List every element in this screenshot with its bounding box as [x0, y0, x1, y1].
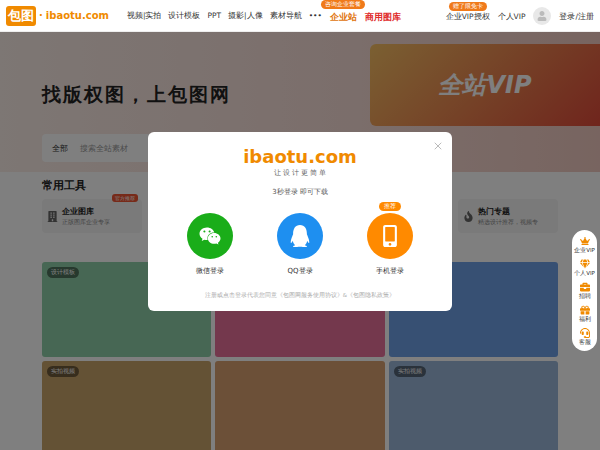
header-link[interactable]: 个人VIP: [498, 9, 526, 22]
gift-icon: [580, 305, 590, 315]
avatar[interactable]: [533, 7, 551, 25]
link-badge: 赠了限免卡: [449, 2, 487, 11]
side-item[interactable]: 客服: [574, 328, 595, 345]
side-item[interactable]: 招聘: [574, 282, 595, 299]
login-option[interactable]: 推荐手机登录: [367, 213, 413, 276]
logo-mark: 包图: [6, 6, 36, 26]
side-label: 招聘: [574, 293, 595, 299]
qq-icon: [289, 225, 311, 247]
modal-logo: ibaotu.com: [243, 146, 357, 167]
logo-dot: ·: [39, 10, 43, 21]
logo[interactable]: 包图·ibaotu.com: [6, 6, 109, 26]
side-label: 个人VIP: [574, 270, 595, 276]
agreement[interactable]: 注册或点击登录代表您同意《包图网服务使用协议》&《包图隐私政策》: [205, 292, 395, 299]
nav-item[interactable]: 视频|实拍: [127, 11, 162, 21]
gem-icon: [580, 259, 590, 269]
nav: 视频|实拍设计模板 PPT 摄影|人像素材导航 •••: [127, 11, 322, 21]
page: 包图·ibaotu.com视频|实拍设计模板PPT摄影|人像素材导航•••咨询企…: [0, 0, 600, 450]
close-icon: [432, 140, 444, 152]
side-item[interactable]: 企业VIP: [574, 236, 595, 253]
login-label: 微信登录: [196, 266, 224, 276]
side-bar: 企业VIP 个人VIP 招聘福利客服: [572, 230, 597, 351]
nav-item[interactable]: 设计模板: [168, 11, 200, 21]
phone-icon: [379, 225, 401, 247]
login-button[interactable]: [277, 213, 323, 259]
header: 包图·ibaotu.com 视频|实拍设计模板 PPT 摄影|人像素材导航 ••• 咨询企…: [0, 0, 600, 32]
login-button[interactable]: [367, 213, 413, 259]
promo-link[interactable]: 商用图库: [365, 7, 401, 24]
login-label: QQ登录: [287, 266, 312, 276]
login-modal: ibaotu.com 让 设 计 更 简 单 3秒登录 即可下载微信登录 QQ登录 推荐…: [148, 132, 452, 311]
nav-item[interactable]: 素材导航: [270, 11, 302, 21]
promo-link[interactable]: 咨询企业套餐企业站: [330, 7, 357, 24]
login-link[interactable]: 登录/注册: [559, 9, 594, 22]
recommend-badge: 推荐: [379, 202, 401, 211]
nav-item[interactable]: •••: [309, 11, 322, 21]
side-label: 福利: [574, 316, 595, 322]
header-link[interactable]: 赠了限免卡企业VIP授权: [446, 9, 490, 22]
briefcase-icon: [580, 282, 590, 292]
nav-item[interactable]: 摄影|人像: [228, 11, 263, 21]
login-option[interactable]: 微信登录: [187, 213, 233, 276]
login-label: 手机登录: [376, 266, 404, 276]
side-label: 企业VIP: [574, 247, 595, 253]
login-option[interactable]: QQ登录: [277, 213, 323, 276]
wechat-icon: [199, 225, 221, 247]
headset-icon: [580, 328, 590, 338]
side-item[interactable]: 个人VIP: [574, 259, 595, 276]
modal-subtitle: 3秒登录 即可下载: [272, 187, 328, 197]
user-icon: [537, 11, 547, 21]
crown-icon: [580, 236, 590, 246]
login-options: 微信登录 QQ登录 推荐手机登录: [187, 213, 413, 276]
logo-text: ibaotu.com: [46, 10, 109, 21]
side-label: 客服: [574, 339, 595, 345]
modal-slogan: 让 设 计 更 简 单: [274, 169, 326, 178]
promo-badge: 咨询企业套餐: [321, 0, 365, 9]
side-item[interactable]: 福利: [574, 305, 595, 322]
nav-item[interactable]: PPT: [207, 11, 221, 21]
close-button[interactable]: [432, 140, 444, 152]
modal-overlay[interactable]: ibaotu.com 让 设 计 更 简 单 3秒登录 即可下载微信登录 QQ登录 推荐…: [0, 32, 600, 450]
login-button[interactable]: [187, 213, 233, 259]
